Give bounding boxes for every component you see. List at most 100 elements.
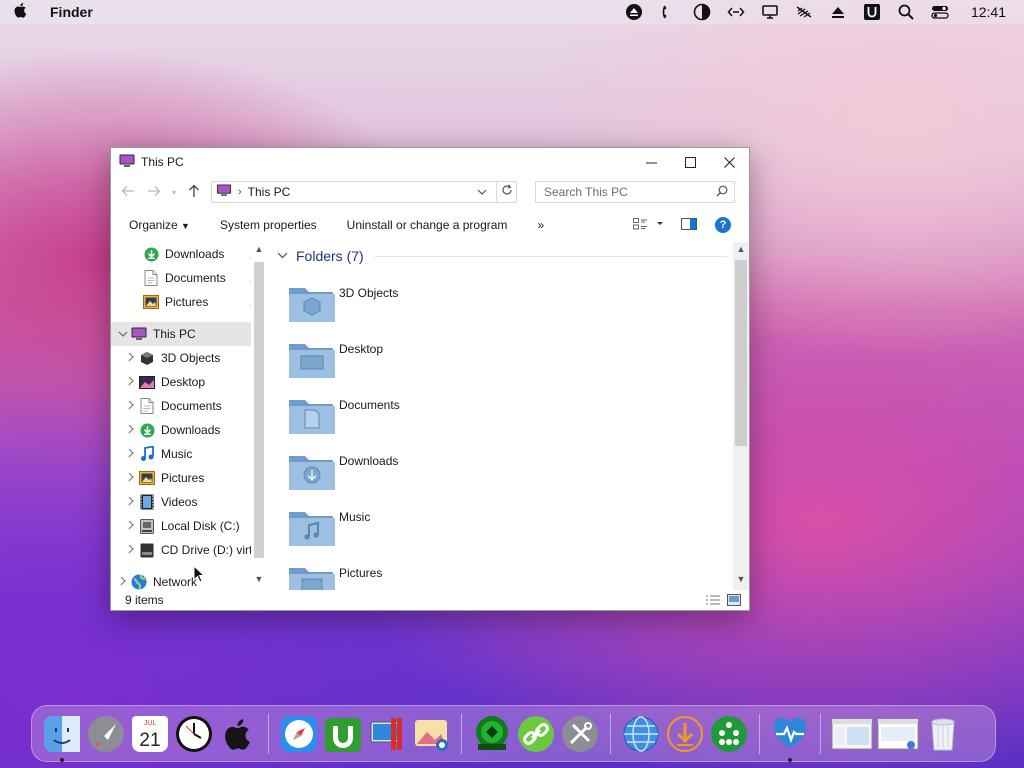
- link-icon[interactable]: [516, 714, 556, 754]
- help-button[interactable]: ?: [715, 217, 731, 233]
- safari-icon[interactable]: [279, 714, 319, 754]
- chevron-right-icon[interactable]: [123, 544, 139, 557]
- nav-item-documents[interactable]: Documents: [111, 394, 267, 418]
- nav-item-network[interactable]: Network: [111, 570, 267, 590]
- nav-item-cd-drive-d[interactable]: CD Drive (D:) virt: [111, 538, 267, 562]
- trash-icon[interactable]: [923, 714, 963, 754]
- photo-viewer-icon[interactable]: [411, 714, 451, 754]
- close-button[interactable]: [710, 148, 749, 176]
- navigation-pane: Downloads 📌 Documents 📌 Pictures 📌: [111, 242, 267, 590]
- collabs-icon[interactable]: [472, 714, 512, 754]
- download-icon[interactable]: [665, 714, 705, 754]
- preview-pane-button[interactable]: [681, 217, 697, 233]
- chevron-right-icon[interactable]: [115, 576, 131, 589]
- scroll-down-icon[interactable]: ▼: [251, 574, 267, 584]
- up-button[interactable]: [183, 184, 205, 201]
- network-people-icon[interactable]: [709, 714, 749, 754]
- display-icon[interactable]: [761, 3, 779, 21]
- nav-item-label: Desktop: [161, 375, 206, 389]
- large-icons-view-icon[interactable]: [727, 594, 741, 606]
- tools-icon[interactable]: [560, 714, 600, 754]
- nav-scrollbar[interactable]: ▲ ▼: [251, 242, 267, 590]
- parallels-icon[interactable]: [367, 714, 407, 754]
- folder-tile-pictures[interactable]: Pictures: [287, 560, 587, 590]
- title-bar[interactable]: This PC: [111, 148, 749, 176]
- chevron-down-icon[interactable]: [277, 250, 288, 262]
- pause-icon[interactable]: [659, 3, 677, 21]
- maximize-button[interactable]: [671, 148, 710, 176]
- apple-menu-icon[interactable]: [14, 2, 30, 22]
- change-view-button[interactable]: [633, 217, 663, 233]
- globe-icon[interactable]: [621, 714, 661, 754]
- folders-group-header[interactable]: Folders (7): [271, 242, 733, 270]
- window-1-icon[interactable]: [831, 714, 873, 754]
- code-icon[interactable]: [727, 3, 745, 21]
- breadcrumb-separator-icon[interactable]: ›: [238, 186, 242, 198]
- mute-icon[interactable]: [795, 3, 813, 21]
- folder-tile-3d-objects[interactable]: 3D Objects: [287, 280, 587, 328]
- address-dropdown-icon[interactable]: [474, 187, 490, 198]
- nav-scrollbar-thumb[interactable]: [254, 262, 264, 558]
- clock-icon[interactable]: [174, 714, 214, 754]
- active-app-name[interactable]: Finder: [50, 4, 93, 20]
- chevron-right-icon[interactable]: [123, 520, 139, 533]
- eject-icon[interactable]: [625, 3, 643, 21]
- breadcrumb-this-pc[interactable]: This PC: [248, 185, 291, 199]
- scroll-down-icon[interactable]: ▼: [733, 574, 749, 584]
- utorrent-icon[interactable]: [323, 714, 363, 754]
- apple-logo-icon[interactable]: [218, 714, 258, 754]
- menubar-clock[interactable]: 12:41: [971, 4, 1006, 20]
- folder-tile-music[interactable]: Music: [287, 504, 587, 552]
- chevron-down-icon[interactable]: [115, 329, 131, 340]
- u-app-icon[interactable]: [863, 3, 881, 21]
- upload-icon[interactable]: [829, 3, 847, 21]
- search-icon[interactable]: [716, 185, 728, 200]
- folder-tile-documents[interactable]: Documents: [287, 392, 587, 440]
- scroll-up-icon[interactable]: ▲: [733, 244, 749, 254]
- chevron-right-icon[interactable]: [123, 448, 139, 461]
- nav-item-quick-downloads[interactable]: Downloads 📌: [111, 242, 267, 266]
- nav-item-this-pc[interactable]: This PC: [111, 322, 267, 346]
- more-commands-button[interactable]: »: [537, 218, 544, 232]
- uninstall-program-button[interactable]: Uninstall or change a program: [347, 218, 508, 232]
- control-center-icon[interactable]: [931, 3, 949, 21]
- folder-tile-desktop[interactable]: Desktop: [287, 336, 587, 384]
- contrast-icon[interactable]: [693, 3, 711, 21]
- nav-item-quick-pictures[interactable]: Pictures 📌: [111, 290, 267, 314]
- content-scrollbar[interactable]: ▲ ▼: [733, 242, 749, 590]
- address-bar[interactable]: › This PC: [211, 181, 517, 203]
- recent-locations-chevron-icon[interactable]: ▾: [169, 188, 179, 197]
- chevron-right-icon[interactable]: [123, 352, 139, 365]
- downloads-icon: [143, 246, 159, 262]
- chevron-right-icon[interactable]: [123, 424, 139, 437]
- nav-item-local-disk-c[interactable]: Local Disk (C:): [111, 514, 267, 538]
- launchpad-icon[interactable]: [86, 714, 126, 754]
- system-properties-button[interactable]: System properties: [220, 218, 317, 232]
- nav-item-music[interactable]: Music: [111, 442, 267, 466]
- nav-item-pictures[interactable]: Pictures: [111, 466, 267, 490]
- back-button[interactable]: [117, 184, 139, 200]
- nav-item-downloads[interactable]: Downloads: [111, 418, 267, 442]
- finder-icon[interactable]: [42, 714, 82, 762]
- content-scrollbar-thumb[interactable]: [735, 260, 747, 446]
- search-icon[interactable]: [897, 3, 915, 21]
- forward-button[interactable]: [143, 184, 165, 200]
- organize-button[interactable]: Organize ▼: [129, 218, 190, 232]
- folder-tile-downloads[interactable]: Downloads: [287, 448, 587, 496]
- health-monitor-icon[interactable]: [770, 714, 810, 762]
- nav-item-desktop[interactable]: Desktop: [111, 370, 267, 394]
- chevron-right-icon[interactable]: [123, 472, 139, 485]
- search-input[interactable]: Search This PC: [535, 181, 735, 203]
- details-view-icon[interactable]: [705, 594, 721, 606]
- refresh-button[interactable]: [496, 182, 516, 202]
- chevron-right-icon[interactable]: [123, 496, 139, 509]
- chevron-right-icon[interactable]: [123, 376, 139, 389]
- nav-item-quick-documents[interactable]: Documents 📌: [111, 266, 267, 290]
- nav-item-videos[interactable]: Videos: [111, 490, 267, 514]
- calendar-icon[interactable]: JUL 21: [130, 714, 170, 754]
- minimize-button[interactable]: [632, 148, 671, 176]
- window-2-icon[interactable]: [877, 714, 919, 754]
- scroll-up-icon[interactable]: ▲: [251, 244, 267, 254]
- nav-item-3d-objects[interactable]: 3D Objects: [111, 346, 267, 370]
- chevron-right-icon[interactable]: [123, 400, 139, 413]
